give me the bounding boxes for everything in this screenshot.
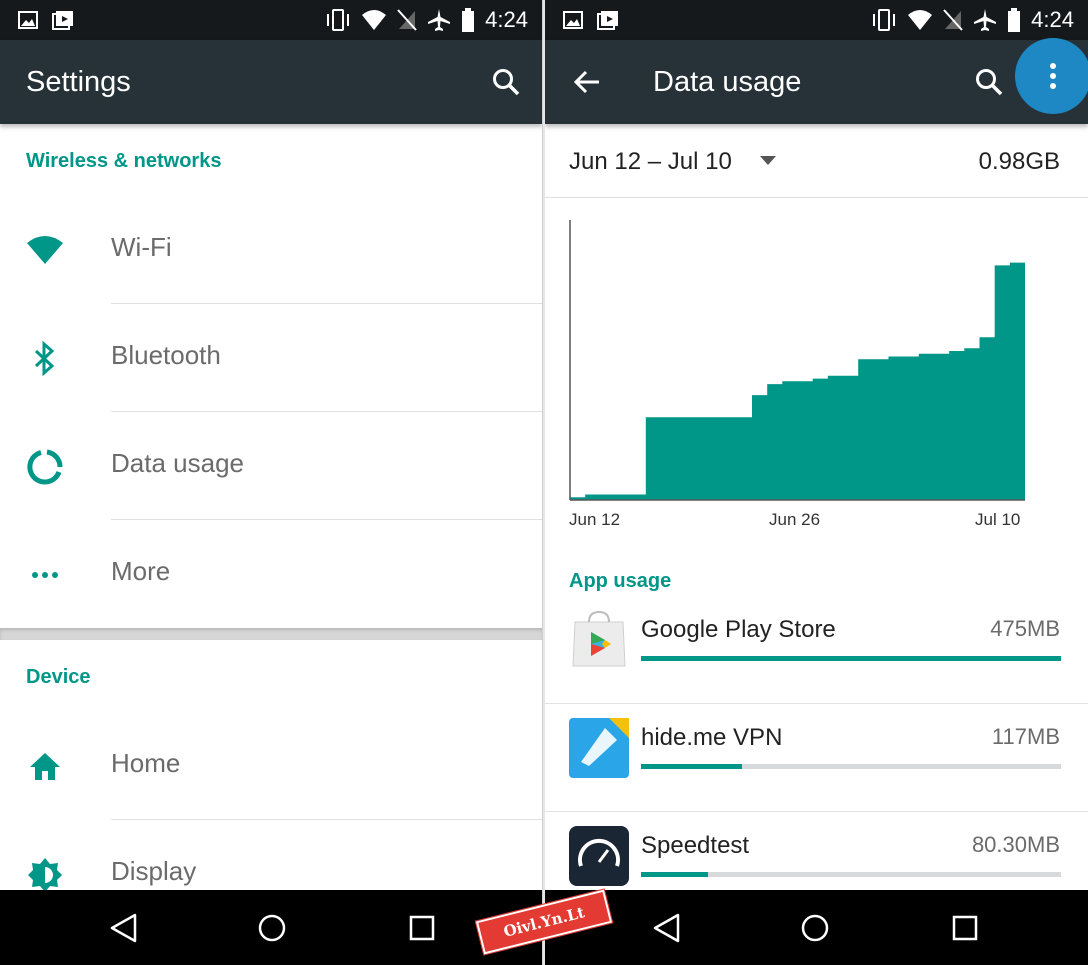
media-notification-icon [597,11,618,30]
settings-item-label: Wi-Fi [111,232,172,262]
airplane-mode-icon [428,9,451,31]
settings-item-label: Bluetooth [111,340,221,370]
back-arrow-icon[interactable] [571,66,603,98]
hide-me-vpn-icon [569,718,629,778]
chart-x-tick: Jun 12 [569,510,621,529]
battery-icon [462,8,475,32]
recents-nav-icon[interactable] [404,910,440,946]
dropdown-caret-icon [760,156,776,165]
more-vert-icon [1050,63,1056,89]
cycle-total: 0.98GB [978,148,1060,175]
app-usage-bar [641,872,1061,877]
media-notification-icon [52,11,73,30]
data-usage-icon [27,449,63,485]
data-usage-chart[interactable] [567,220,1029,540]
home-nav-icon[interactable] [254,910,290,946]
settings-item-label: More [111,556,171,586]
no-sim-icon [943,9,963,31]
page-title: Data usage [653,66,802,98]
speedtest-icon [569,826,629,886]
status-time: 4:24 [1031,7,1074,32]
app-usage-bar-fill [641,872,709,877]
status-bar: 4:24 [545,0,1088,40]
settings-item-home[interactable]: Home [0,712,542,820]
vibrate-icon [873,9,896,31]
app-usage-bar [641,656,1061,661]
usage-area [570,262,1025,500]
app-data-size: 80.30MB [971,832,1060,857]
settings-item-wifi[interactable]: Wi-Fi [0,196,542,304]
wireless-networks-header: Wireless & networks [26,150,222,172]
navigation-bar [545,890,1088,965]
no-sim-icon [397,9,417,31]
more-dots-icon [32,572,58,578]
settings-item-bluetooth[interactable]: Bluetooth [0,304,542,412]
home-nav-icon[interactable] [797,910,833,946]
app-name: Speedtest [641,832,750,859]
cycle-range: Jun 12 – Jul 10 [569,148,732,175]
status-time: 4:24 [485,7,528,32]
back-nav-icon[interactable] [106,910,142,946]
app-name: hide.me VPN [641,724,783,751]
airplane-mode-icon [974,9,997,31]
search-icon[interactable] [973,66,1005,98]
navigation-bar [0,890,542,965]
app-usage-bar-fill [641,764,742,769]
app-usage-item-hide-me-vpn[interactable]: hide.me VPN 117MB [545,704,1088,812]
image-notification-icon [563,11,583,29]
google-play-store-icon [572,610,626,667]
overflow-menu-button[interactable] [1015,38,1088,114]
app-data-size: 117MB [991,724,1060,749]
app-data-size: 475MB [990,616,1060,641]
image-notification-icon [18,11,38,29]
brightness-icon [28,858,62,892]
app-usage-header: App usage [569,570,672,592]
chart-x-tick: Jul 10 [975,510,1021,529]
billing-cycle-selector[interactable]: Jun 12 – Jul 10 0.98GB [545,124,1088,198]
section-separator [0,628,542,640]
home-icon [30,753,60,780]
wifi-status-icon [908,10,933,30]
device-header: Device [26,666,91,688]
settings-item-label: Home [111,748,181,778]
status-bar: 4:24 [0,0,542,40]
settings-screen: 4:24 Settings Wireless & networks Wi-Fi … [0,0,543,965]
data-usage-screen: 4:24 Data usage Jun 12 – Jul 10 0.98GB J… [545,0,1088,965]
app-name: Google Play Store [641,616,836,643]
app-usage-item-google-play-store[interactable]: Google Play Store 475MB [545,596,1088,704]
page-title: Settings [26,66,131,98]
wifi-icon [27,236,63,264]
data-usage-toolbar: Data usage [545,38,1088,124]
settings-toolbar: Settings [0,40,542,124]
settings-item-data-usage[interactable]: Data usage [0,412,542,520]
search-icon[interactable] [490,66,522,98]
app-usage-bar-fill [641,656,1061,661]
wifi-status-icon [362,10,387,30]
settings-item-label: Data usage [111,448,244,478]
settings-item-more[interactable]: More [0,520,542,628]
recents-nav-icon[interactable] [947,910,983,946]
back-nav-icon[interactable] [649,910,685,946]
vibrate-icon [327,9,350,31]
battery-icon [1008,8,1021,32]
app-usage-bar [641,764,1061,769]
bluetooth-icon [34,340,55,377]
chart-x-tick: Jun 26 [769,510,821,529]
settings-item-label: Display [111,856,197,886]
